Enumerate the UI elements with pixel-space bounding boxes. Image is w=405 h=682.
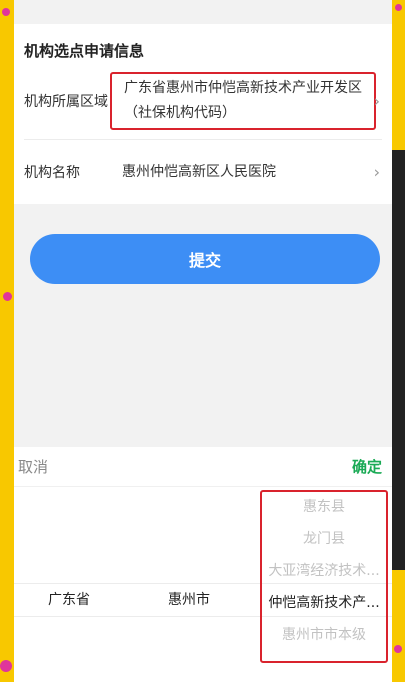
section-title: 机构选点申请信息 [24, 42, 145, 60]
phone-screen: 机构选点申请信息 机构所属区域 广东省惠州市仲恺高新技术产业开发区（社保机构代码… [14, 0, 392, 682]
picker-header: 取消 确定 [14, 447, 392, 487]
chevron-right-icon: › [373, 162, 380, 182]
cancel-button[interactable]: 取消 [18, 456, 48, 477]
name-value: 惠州仲恺高新区人民医院 [122, 163, 276, 180]
area-row[interactable]: 机构所属区域 广东省惠州市仲恺高新技术产业开发区（社保机构代码） › [24, 62, 382, 140]
district-option[interactable]: 大亚湾经济技术... [262, 555, 386, 587]
name-row[interactable]: 机构名称 惠州仲恺高新区人民医院 › [24, 140, 382, 204]
province-option[interactable]: 广东省 [14, 584, 124, 616]
name-label: 机构名称 [24, 165, 80, 181]
top-bar [14, 0, 392, 24]
district-option[interactable]: 惠州市市本级 [262, 619, 386, 651]
province-column[interactable]: 广东省 [14, 487, 124, 682]
region-picker: 取消 确定 广东省 惠州市 惠东县 龙门县 大亚湾经济技术... 仲恺高新技术产… [14, 447, 392, 682]
area-label: 机构所属区域 [24, 93, 108, 110]
city-option[interactable]: 惠州市 [124, 584, 254, 616]
district-column[interactable]: 惠东县 龙门县 大亚湾经济技术... 仲恺高新技术产... 惠州市市本级 [260, 490, 388, 663]
city-column[interactable]: 惠州市 [124, 487, 254, 682]
district-option[interactable]: 龙门县 [262, 523, 386, 555]
district-option[interactable]: 惠东县 [262, 491, 386, 523]
district-option-selected[interactable]: 仲恺高新技术产... [262, 587, 386, 619]
application-form: 机构选点申请信息 机构所属区域 广东省惠州市仲恺高新技术产业开发区（社保机构代码… [14, 24, 392, 204]
chevron-right-icon: › [373, 91, 380, 110]
area-value: 广东省惠州市仲恺高新技术产业开发区（社保机构代码） [110, 71, 376, 130]
picker-columns: 广东省 惠州市 惠东县 龙门县 大亚湾经济技术... 仲恺高新技术产... 惠州… [14, 487, 392, 682]
submit-button[interactable]: 提交 [30, 234, 380, 284]
submit-area: 提交 [14, 204, 392, 284]
confirm-button[interactable]: 确定 [352, 456, 382, 477]
